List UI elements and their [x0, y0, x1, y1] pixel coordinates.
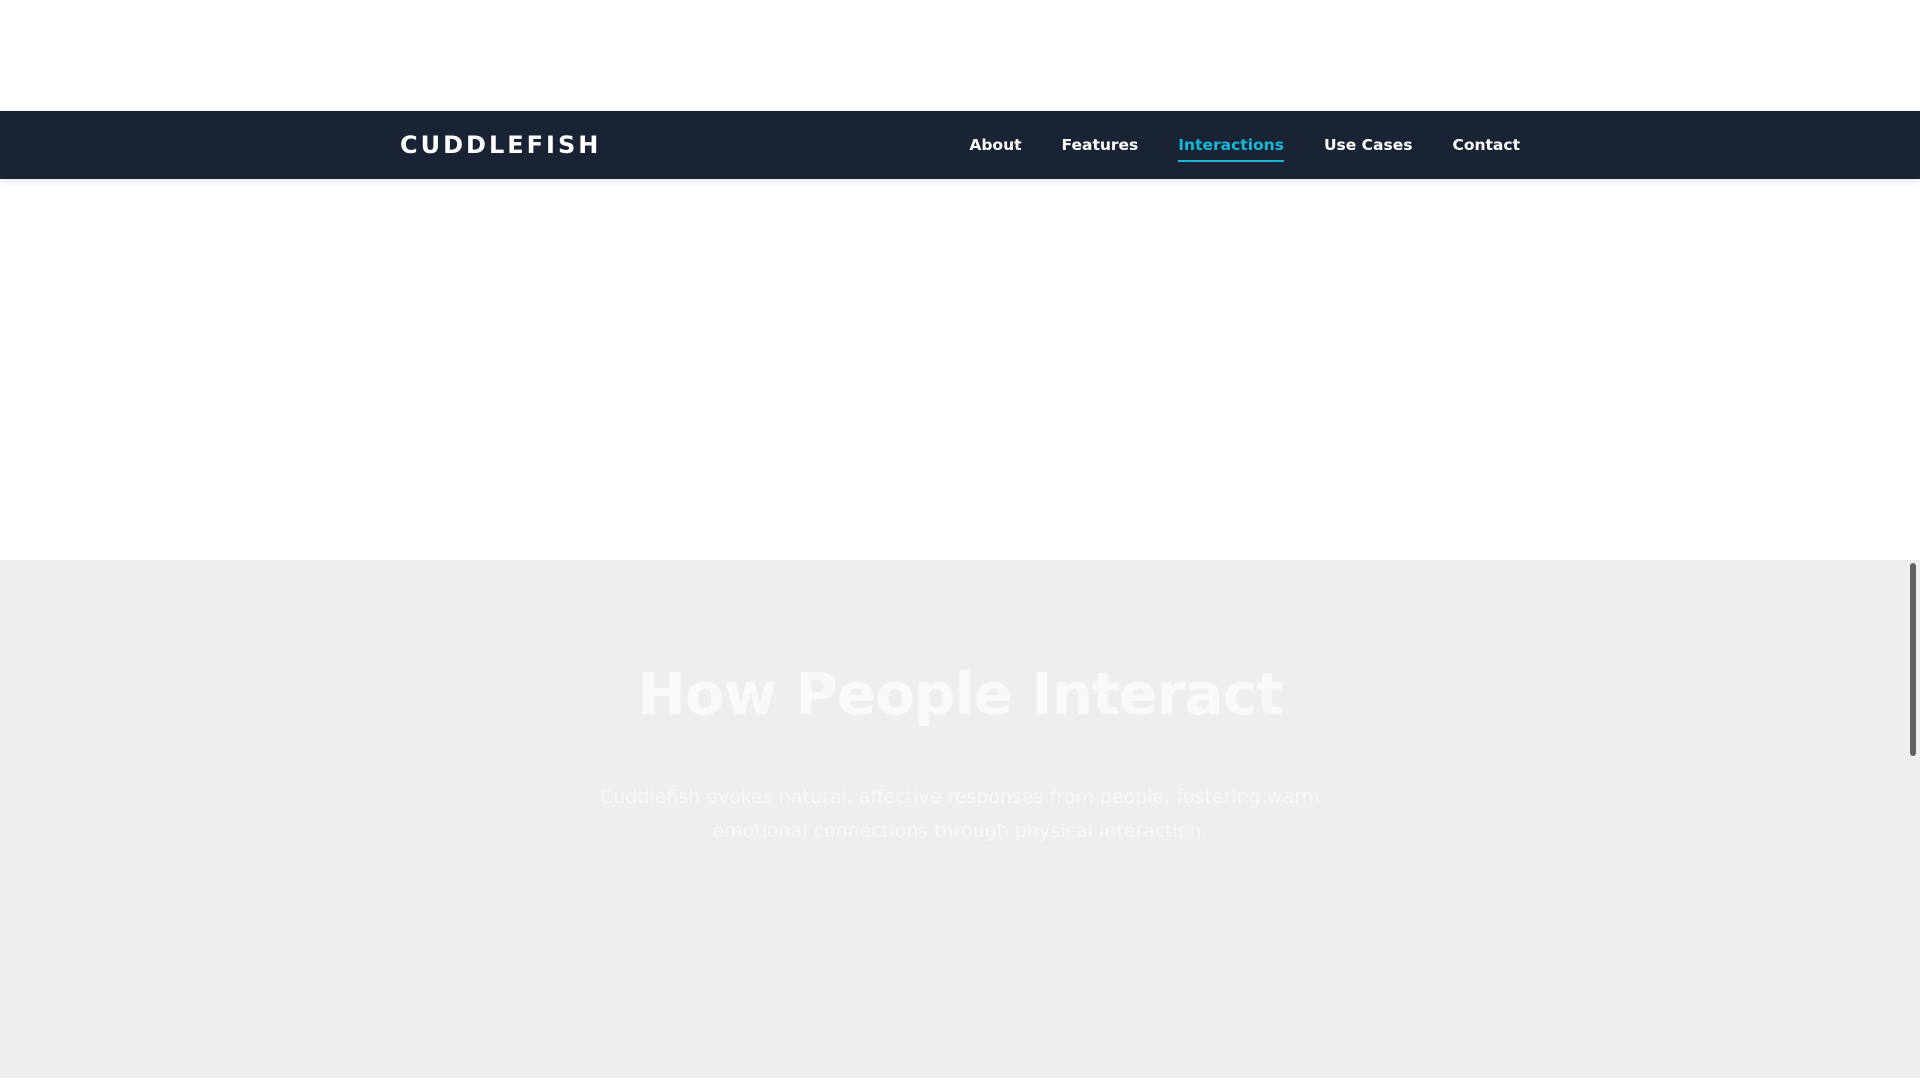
- interactions-section: How People Interact Cuddlefish evokes na…: [0, 560, 1920, 1080]
- nav-links: About Features Interactions Use Cases Co…: [969, 111, 1520, 179]
- page: CUDDLEFISH About Features Interactions U…: [0, 0, 1920, 1080]
- section-description: Cuddlefish evokes natural, affective res…: [599, 786, 1321, 842]
- nav-link-features[interactable]: Features: [1062, 132, 1139, 158]
- top-spacer: [0, 0, 1920, 111]
- brand-logo[interactable]: CUDDLEFISH: [400, 111, 601, 179]
- scrollbar-thumb[interactable]: [1910, 563, 1916, 756]
- nav-link-interactions[interactable]: Interactions: [1178, 132, 1284, 162]
- nav-link-about[interactable]: About: [969, 132, 1021, 158]
- section-title: How People Interact: [637, 660, 1284, 728]
- navbar: CUDDLEFISH About Features Interactions U…: [0, 111, 1920, 179]
- nav-link-use-cases[interactable]: Use Cases: [1324, 132, 1413, 158]
- nav-link-contact[interactable]: Contact: [1452, 132, 1520, 158]
- content-blank-area: [0, 179, 1920, 560]
